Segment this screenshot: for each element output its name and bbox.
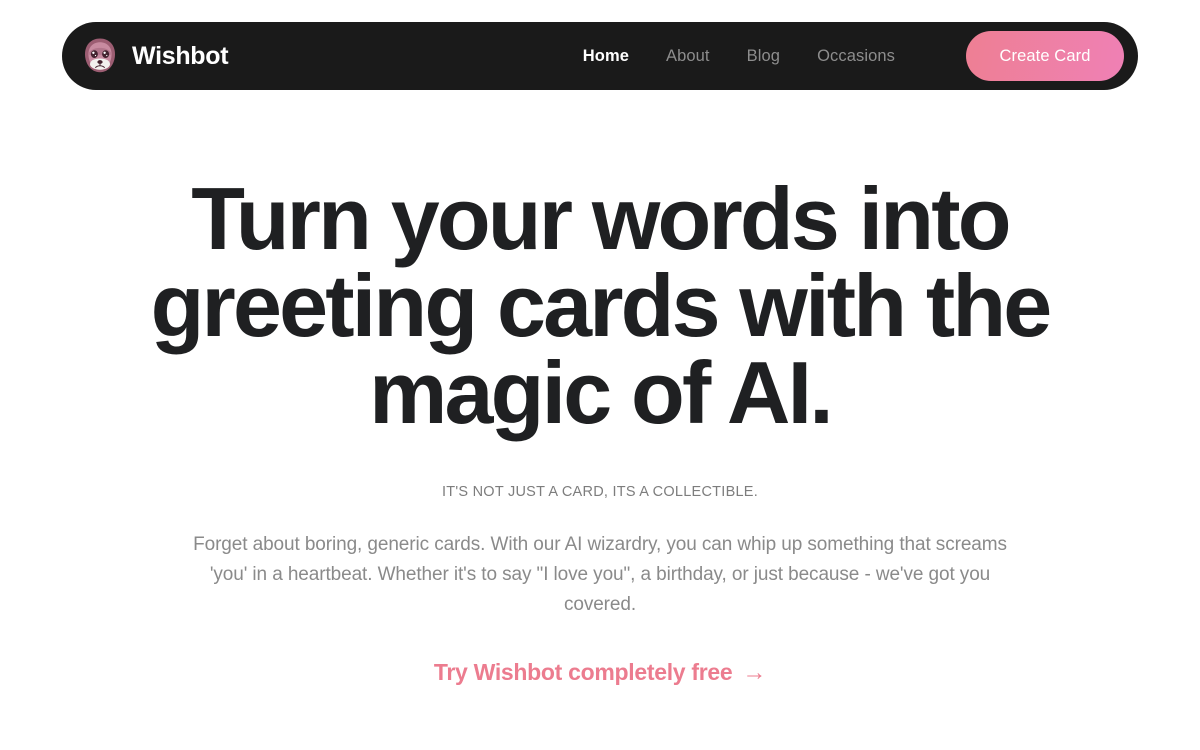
page-title: Turn your words into greeting cards with… [150, 169, 1053, 443]
landing-page: Wishbot Home About Blog Occasions Create… [0, 0, 1200, 750]
create-card-button[interactable]: Create Card [966, 31, 1124, 81]
hero-eyebrow: IT'S NOT JUST A CARD, ITS A COLLECTIBLE. [441, 484, 758, 501]
nav-item-home[interactable]: Home [583, 47, 629, 66]
hero-section: Turn your words into greeting cards with… [0, 90, 1200, 686]
hero-description: Forget about boring, generic cards. With… [193, 534, 1007, 616]
nav-item-blog[interactable]: Blog [747, 47, 780, 66]
try-free-label: Try Wishbot completely free [433, 659, 733, 686]
brand-name: Wishbot [132, 41, 229, 70]
robot-face-icon [85, 38, 115, 73]
nav-item-occasions[interactable]: Occasions [817, 47, 895, 66]
nav-links: Home About Blog Occasions Create Card [583, 31, 1124, 81]
try-free-link[interactable]: Try Wishbot completely free → [434, 659, 766, 686]
nav-item-about[interactable]: About [666, 47, 710, 66]
arrow-right-icon: → [742, 658, 767, 686]
navbar: Wishbot Home About Blog Occasions Create… [62, 22, 1138, 90]
brand-logo-link[interactable]: Wishbot [80, 36, 229, 76]
